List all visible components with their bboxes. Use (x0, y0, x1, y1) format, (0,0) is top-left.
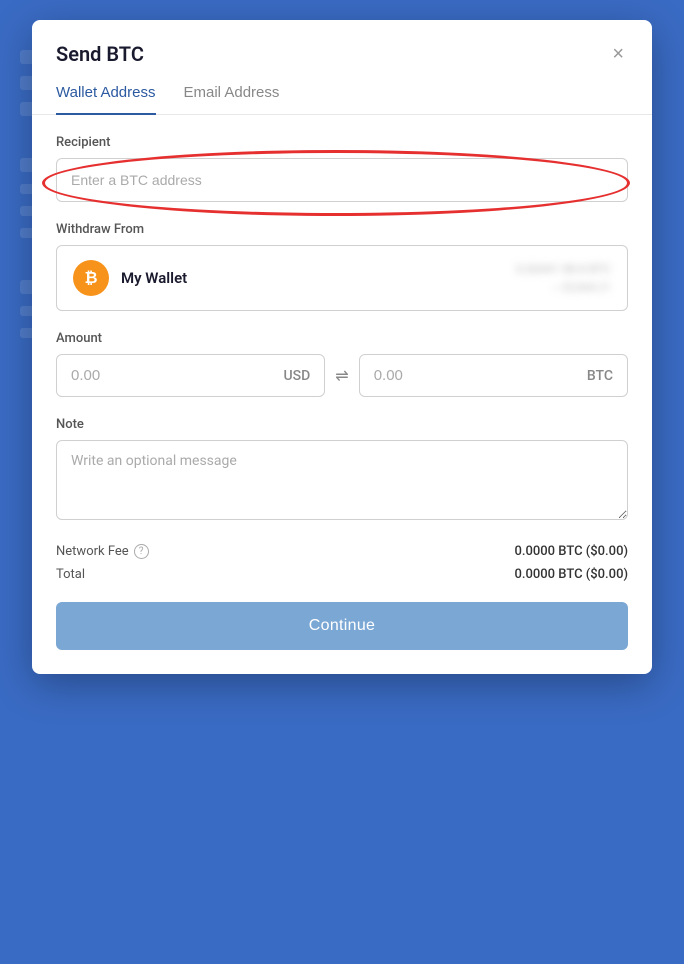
fee-value: 0.0000 BTC ($0.00) (515, 544, 629, 559)
btc-amount-input[interactable] (374, 367, 587, 384)
recipient-input[interactable] (56, 158, 628, 202)
wallet-balance-amount: 0.00441 88.8 BTC (516, 262, 611, 276)
recipient-section: Recipient (56, 135, 628, 202)
fee-help-icon[interactable]: ? (134, 544, 149, 559)
tab-wallet-address[interactable]: Wallet Address (56, 84, 156, 115)
note-section: Note (56, 417, 628, 524)
usd-amount-input[interactable] (71, 367, 284, 384)
wallet-balance-usd: ~ $2,844.21 (552, 281, 611, 294)
amount-section: Amount USD ⇌ BTC (56, 331, 628, 397)
btc-currency: BTC (587, 368, 613, 384)
note-label: Note (56, 417, 628, 432)
wallet-card[interactable]: ₿ My Wallet 0.00441 88.8 BTC ~ $2,844.21 (56, 245, 628, 311)
amount-row: USD ⇌ BTC (56, 354, 628, 397)
continue-button[interactable]: Continue (56, 602, 628, 650)
total-value: 0.0000 BTC ($0.00) (515, 567, 629, 582)
usd-amount-field: USD (56, 354, 325, 397)
btc-amount-field: BTC (359, 354, 628, 397)
send-btc-modal: Send BTC × Wallet Address Email Address … (32, 20, 652, 674)
modal-title: Send BTC (56, 42, 144, 66)
total-label: Total (56, 567, 85, 582)
recipient-input-wrapper (56, 158, 628, 202)
fee-row: Network Fee ? 0.0000 BTC ($0.00) (56, 544, 628, 559)
usd-currency: USD (284, 368, 311, 384)
modal-header: Send BTC × (32, 20, 652, 68)
close-button[interactable]: × (608, 40, 628, 68)
withdraw-section: Withdraw From ₿ My Wallet 0.00441 88.8 B… (56, 222, 628, 311)
wallet-info-left: ₿ My Wallet (73, 260, 187, 296)
tab-bar: Wallet Address Email Address (32, 68, 652, 115)
btc-icon: ₿ (73, 260, 109, 296)
modal-body: Recipient Withdraw From ₿ My Wallet (32, 115, 652, 674)
total-row: Total 0.0000 BTC ($0.00) (56, 567, 628, 582)
swap-icon[interactable]: ⇌ (335, 366, 348, 385)
recipient-label: Recipient (56, 135, 628, 150)
wallet-name: My Wallet (121, 269, 187, 287)
note-textarea[interactable] (56, 440, 628, 520)
wallet-balance: 0.00441 88.8 BTC ~ $2,844.21 (516, 262, 611, 295)
fee-label: Network Fee ? (56, 544, 149, 559)
withdraw-label: Withdraw From (56, 222, 628, 237)
amount-label: Amount (56, 331, 628, 346)
tab-email-address[interactable]: Email Address (184, 84, 280, 115)
